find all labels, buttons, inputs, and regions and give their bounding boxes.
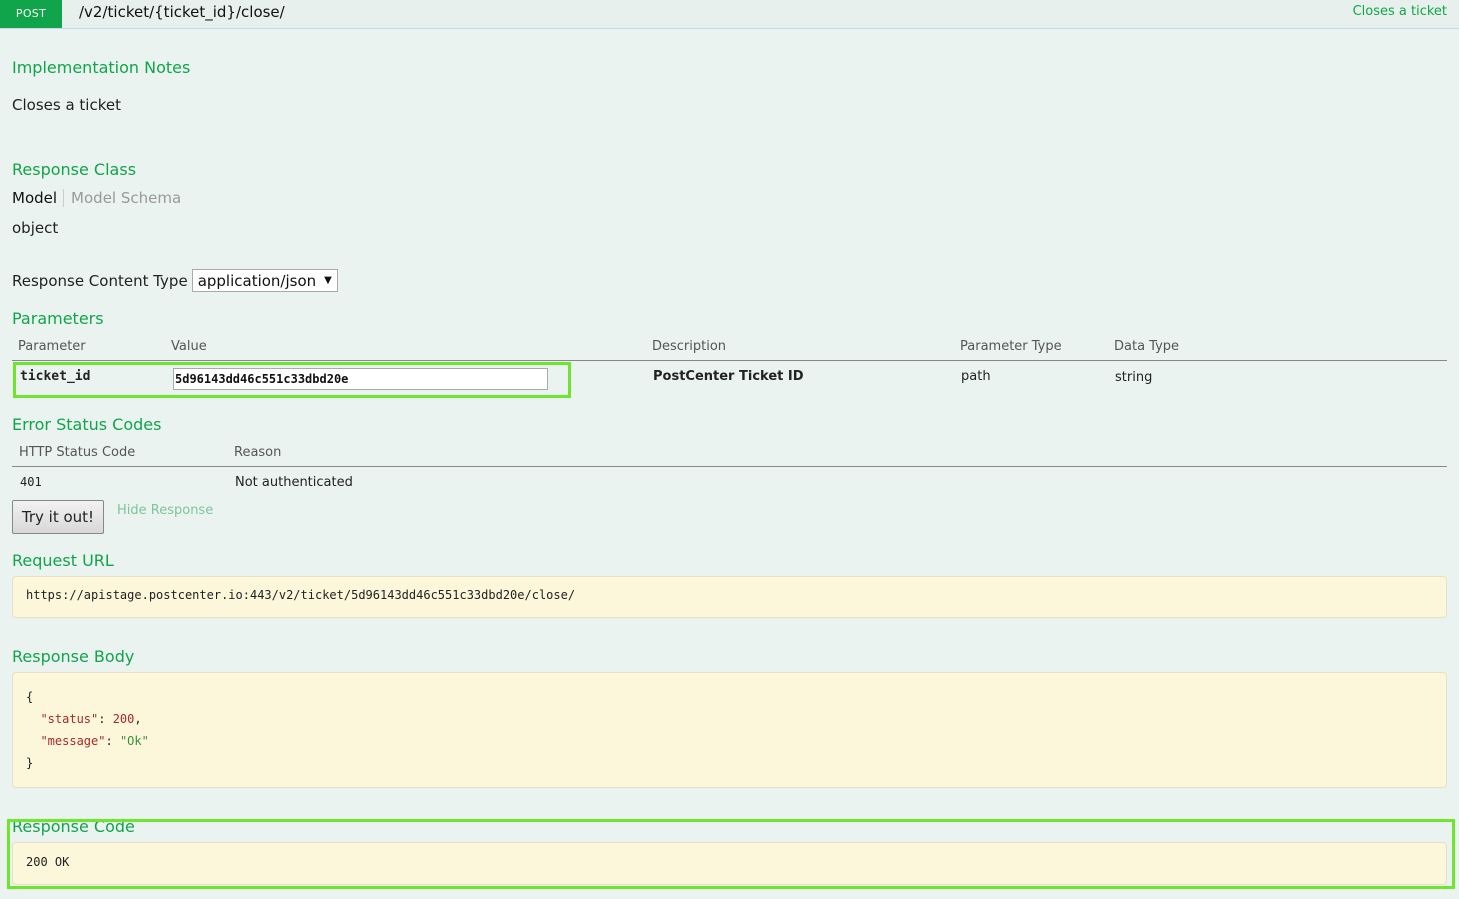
response-body-block: { "status": 200, "message": "Ok" } xyxy=(12,672,1447,788)
param-type: path xyxy=(961,369,991,384)
parameters-heading: Parameters xyxy=(12,309,104,328)
content-type-select[interactable]: application/json ▼ xyxy=(191,269,338,292)
json-open-brace: { xyxy=(26,690,34,704)
endpoint-summary-link[interactable]: Closes a ticket xyxy=(1353,4,1447,19)
error-header-divider xyxy=(12,466,1447,467)
content-type-selected: application/json xyxy=(197,271,317,290)
request-url-heading: Request URL xyxy=(12,551,114,570)
param-data-type: string xyxy=(1115,370,1153,385)
col-description: Description xyxy=(652,339,727,354)
col-http-status-code: HTTP Status Code xyxy=(19,445,136,460)
json-status-key: "status" xyxy=(40,712,99,726)
json-status-value: 200 xyxy=(112,712,135,726)
json-message-key: "message" xyxy=(40,734,106,748)
endpoint-path[interactable]: /v2/ticket/{ticket_id}/close/ xyxy=(79,3,285,21)
tab-model-schema[interactable]: Model Schema xyxy=(64,189,181,207)
hide-response-link[interactable]: Hide Response xyxy=(117,503,213,518)
error-code: 401 xyxy=(20,475,42,489)
error-codes-heading: Error Status Codes xyxy=(12,415,162,434)
model-tabs: Model Model Schema xyxy=(12,186,181,210)
http-method-badge[interactable]: POST xyxy=(0,0,62,28)
json-message-value: "Ok" xyxy=(119,734,149,748)
try-it-out-button[interactable]: Try it out! xyxy=(12,500,104,534)
request-url-value: https://apistage.postcenter.io:443/v2/ti… xyxy=(26,588,576,602)
dropdown-caret-icon: ▼ xyxy=(324,275,332,286)
json-close-brace: } xyxy=(26,756,34,770)
col-data-type: Data Type xyxy=(1114,339,1180,354)
implementation-notes-text: Closes a ticket xyxy=(12,96,121,114)
tab-model[interactable]: Model xyxy=(12,189,65,207)
col-parameter-type: Parameter Type xyxy=(960,339,1062,354)
col-parameter: Parameter xyxy=(18,339,86,354)
response-class-heading: Response Class xyxy=(12,160,137,179)
response-class-value: object xyxy=(12,219,59,237)
json-message-line: "message": "Ok" xyxy=(40,734,149,748)
response-code-highlight-box xyxy=(7,819,1455,889)
endpoint-header[interactable]: POST /v2/ticket/{ticket_id}/close/ Close… xyxy=(0,0,1459,29)
col-value: Value xyxy=(171,339,207,354)
json-status-line: "status": 200, xyxy=(40,712,142,726)
parameter-highlight-box xyxy=(13,362,571,398)
request-url-block: https://apistage.postcenter.io:443/v2/ti… xyxy=(12,576,1447,618)
content-type-label: Response Content Type xyxy=(12,271,188,290)
param-description: PostCenter Ticket ID xyxy=(653,369,804,384)
col-reason: Reason xyxy=(234,445,282,460)
parameters-header-divider xyxy=(12,360,1447,361)
error-reason: Not authenticated xyxy=(235,475,353,490)
content-type-row: Response Content Type application/json ▼ xyxy=(12,269,338,292)
response-body-heading: Response Body xyxy=(12,647,135,666)
implementation-notes-heading: Implementation Notes xyxy=(12,58,191,77)
